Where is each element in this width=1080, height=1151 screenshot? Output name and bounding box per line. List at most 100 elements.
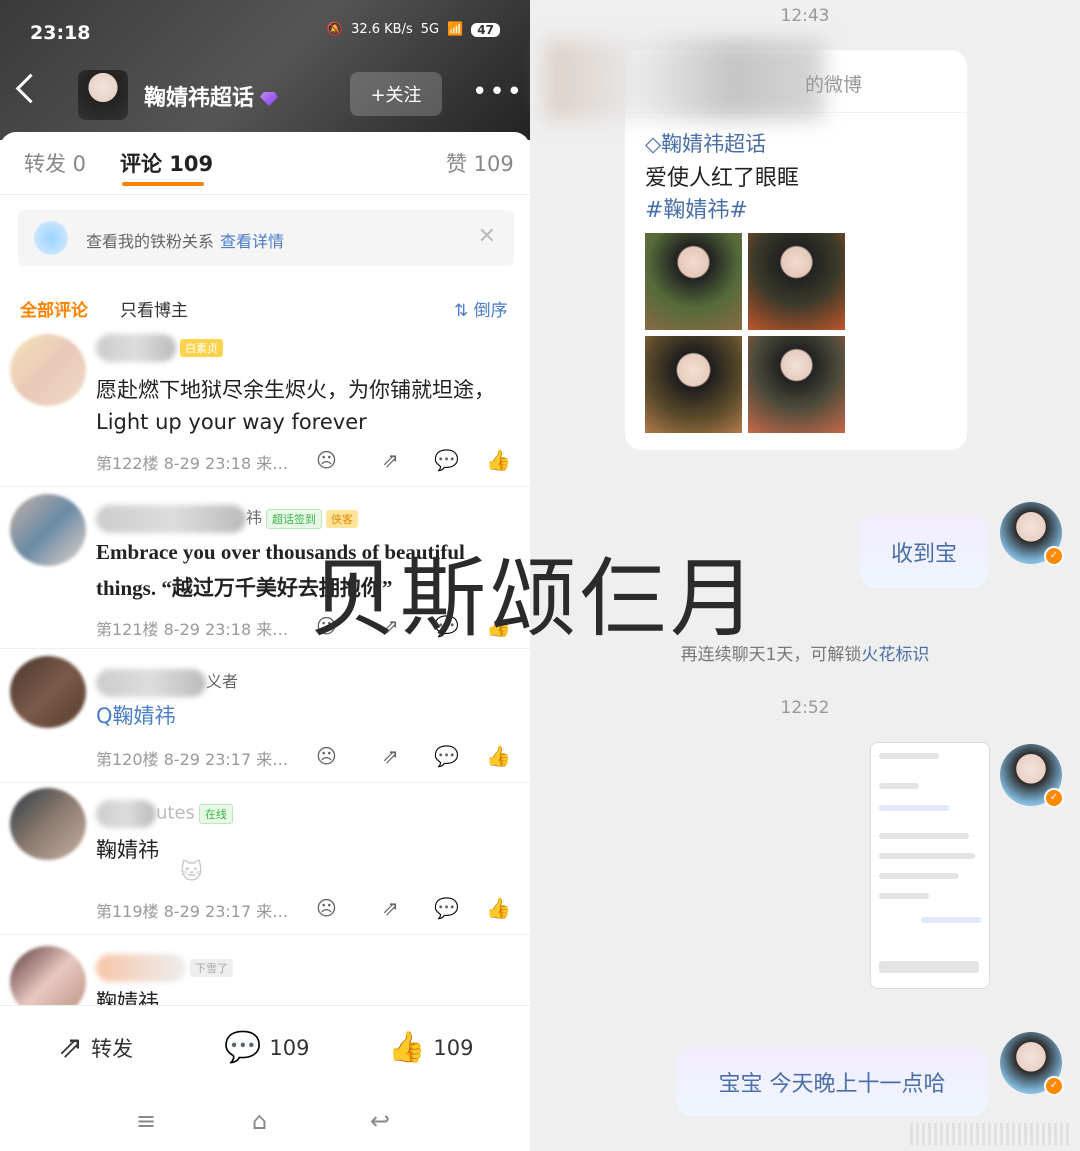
chat-timestamp: 12:52 (780, 698, 830, 718)
system-nav-bar: ≡ ⌂ ↩ (0, 1091, 530, 1151)
like-icon[interactable]: 👍 (486, 448, 511, 472)
author-name-blurred (96, 800, 156, 828)
follow-button[interactable]: +关注 (350, 72, 442, 116)
view-details-link[interactable]: 查看详情 (220, 232, 284, 251)
avatar[interactable] (10, 494, 86, 566)
share-icon[interactable]: ⇗ (382, 896, 399, 920)
author-name-blurred (96, 334, 176, 362)
comment-meta: 第119楼 8-29 23:17 来… (96, 902, 289, 921)
screenshot-line (879, 753, 939, 759)
avatar[interactable] (10, 334, 86, 406)
back-nav-icon[interactable]: ↩ (370, 1107, 390, 1135)
fan-badge: 白素贞 (180, 339, 223, 357)
tab-bar: 转发 0 评论 109 赞 109 (0, 132, 530, 195)
filter-all-comments[interactable]: 全部评论 (20, 296, 88, 321)
comment-item: 白素贞 愿赴燃下地狱尽余生烬火，为你铺就坦途， Light up your way… (0, 320, 530, 485)
comment-author[interactable]: 义者 (96, 668, 238, 697)
comment-text: 鞠婧祎 (96, 990, 159, 1006)
mute-icon: 🔕 (326, 22, 344, 37)
verified-icon: ✓ (1044, 546, 1064, 566)
screenshot-line (921, 917, 981, 923)
avatar[interactable] (10, 656, 86, 728)
verified-icon: ✓ (1044, 1076, 1064, 1096)
home-icon[interactable]: ⌂ (252, 1107, 267, 1135)
comment-meta: 第122楼 8-29 23:18 来… (96, 454, 289, 473)
tab-likes[interactable]: 赞 109 (446, 148, 514, 178)
sticker-icon: 🐱 (180, 860, 203, 885)
fan-relation-banner[interactable]: 查看我的铁粉关系 查看详情 ✕ (18, 210, 514, 266)
spark-badge-link[interactable]: 火花标识 (861, 645, 929, 665)
thumbs-up-icon: 👍 (388, 1030, 426, 1065)
divider (0, 934, 530, 935)
sticker-message[interactable]: 宝宝 今天晚上十一点哈 (676, 1048, 988, 1116)
dislike-icon[interactable]: ☹ (316, 896, 337, 920)
post-photo[interactable] (748, 233, 845, 330)
more-icon[interactable]: ••• (472, 79, 524, 105)
action-bar: ⇗ 转发 💬 109 👍 109 (0, 1005, 530, 1092)
like-button[interactable]: 👍 109 (388, 1030, 473, 1065)
comment-author[interactable]: 下雪了 (96, 954, 233, 982)
comment-icon: 💬 (224, 1030, 262, 1065)
fan-text-label: 查看我的铁粉关系 (86, 232, 215, 251)
comment-author[interactable]: 白素贞 (96, 334, 223, 362)
comment-button[interactable]: 💬 109 (224, 1030, 309, 1065)
search-link[interactable]: Q鞠婧祎 (96, 700, 176, 730)
menu-icon[interactable]: ≡ (136, 1107, 156, 1135)
screenshot-line (879, 873, 959, 879)
author-name-visible: 祎 (246, 508, 263, 527)
author-name-blurred (96, 504, 246, 533)
comment-item: 下雪了 鞠婧祎 (0, 936, 530, 1006)
reply-icon[interactable]: 💬 (434, 448, 459, 472)
tab-comments[interactable]: 评论 109 (120, 148, 213, 178)
avatar[interactable] (10, 946, 86, 1006)
blurred-avatar-name (545, 40, 825, 120)
fan-badge: 下雪了 (190, 959, 233, 977)
topic-link[interactable]: ◇鞠婧祎超话 (645, 128, 766, 158)
shared-post-card[interactable]: 的微博 ◇鞠婧祎超话 爱使人红了眼眶 #鞠婧祎# (545, 40, 967, 450)
page-title[interactable]: 鞠婧祎超话 (144, 80, 279, 112)
dislike-icon[interactable]: ☹ (316, 448, 337, 472)
comment-meta: 第121楼 8-29 23:18 来… (96, 620, 289, 639)
like-icon[interactable]: 👍 (486, 896, 511, 920)
comment-text: 鞠婧祎 (96, 838, 159, 862)
sort-toggle[interactable]: ⇅ 倒序 (454, 296, 508, 321)
reply-icon[interactable]: 💬 (434, 896, 459, 920)
tab-repost[interactable]: 转发 0 (24, 148, 86, 178)
screenshot-line (879, 853, 975, 859)
share-icon[interactable]: ⇗ (382, 448, 399, 472)
header-background: 23:18 🔕 32.6 KB/s 5G 📶 47 鞠婧祎超话 +关注 ••• (0, 0, 530, 140)
repost-button[interactable]: ⇗ 转发 (58, 1030, 133, 1065)
comment-count: 109 (269, 1035, 310, 1060)
sticker-message[interactable]: 收到宝 (860, 516, 988, 588)
hashtag-link[interactable]: #鞠婧祎# (645, 192, 748, 224)
dislike-icon[interactable]: ☹ (316, 744, 337, 768)
chat-timestamp: 12:43 (780, 6, 830, 26)
post-photo[interactable] (645, 233, 742, 330)
filter-owner-only[interactable]: 只看博主 (120, 296, 188, 321)
post-photo[interactable] (645, 336, 742, 433)
status-time: 23:18 (30, 22, 91, 44)
comment-text: 愿赴燃下地狱尽余生烬火，为你铺就坦途， Light up your way for… (96, 374, 495, 438)
like-icon[interactable]: 👍 (486, 744, 511, 768)
screenshot-line (879, 833, 969, 839)
share-icon[interactable]: ⇗ (382, 744, 399, 768)
comment-item: utes 在线 鞠婧祎 🐱 第119楼 8-29 23:17 来… ☹ ⇗ 💬 👍 (0, 784, 530, 934)
card-header-text: 的微博 (805, 74, 863, 96)
screenshot-image-message[interactable] (870, 742, 990, 989)
post-photo[interactable] (748, 336, 845, 433)
author-name-blurred (96, 954, 186, 982)
share-icon: ⇗ (58, 1030, 84, 1065)
tab-indicator (122, 182, 204, 186)
topic-avatar[interactable] (78, 70, 128, 120)
comment-author[interactable]: utes 在线 (96, 800, 233, 828)
repost-label: 转发 (91, 1036, 134, 1061)
reply-icon[interactable]: 💬 (434, 744, 459, 768)
avatar[interactable] (10, 788, 86, 860)
like-count: 109 (433, 1035, 474, 1060)
signal-text: 5G (420, 22, 440, 37)
wifi-icon: 📶 (447, 22, 464, 37)
battery-indicator: 47 (471, 22, 500, 37)
close-icon[interactable]: ✕ (478, 224, 496, 249)
back-icon[interactable] (15, 73, 46, 104)
card-header: 的微博 (545, 40, 967, 120)
